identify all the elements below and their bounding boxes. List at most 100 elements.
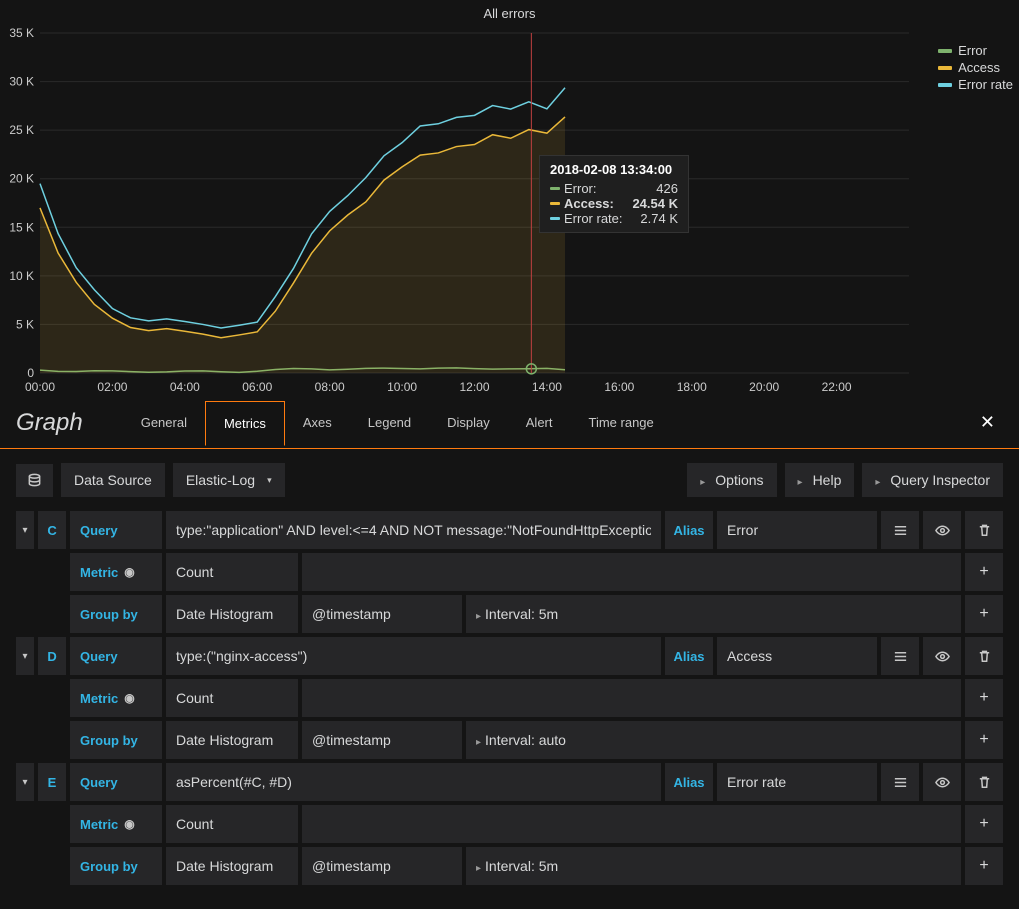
datasource-label: Data Source xyxy=(61,463,165,497)
tab-general[interactable]: General xyxy=(123,401,205,445)
legend-swatch xyxy=(938,66,952,70)
query-input[interactable] xyxy=(176,648,651,664)
svg-text:22:00: 22:00 xyxy=(822,380,852,394)
metric-select[interactable]: Count xyxy=(166,805,298,843)
metric-select[interactable]: Count xyxy=(166,679,298,717)
groupby-type-select[interactable]: Date Histogram xyxy=(166,847,298,885)
groupby-interval[interactable]: Interval: 5m xyxy=(466,595,961,633)
query-input-wrap[interactable] xyxy=(166,763,661,801)
groupby-interval[interactable]: Interval: auto xyxy=(466,721,961,759)
svg-text:02:00: 02:00 xyxy=(97,380,127,394)
tab-alert[interactable]: Alert xyxy=(508,401,571,445)
query-input[interactable] xyxy=(176,522,651,538)
query-toggle-visibility[interactable] xyxy=(923,637,961,675)
eye-icon[interactable]: ◉ xyxy=(124,691,134,705)
chart-area[interactable]: 05 K10 K15 K20 K25 K30 K35 K00:0002:0004… xyxy=(0,25,1019,397)
svg-text:5 K: 5 K xyxy=(16,317,34,331)
svg-text:16:00: 16:00 xyxy=(604,380,634,394)
svg-text:15 K: 15 K xyxy=(9,220,34,234)
query-toggle-visibility[interactable] xyxy=(923,511,961,549)
editor-tabs: Graph GeneralMetricsAxesLegendDisplayAle… xyxy=(0,397,1019,449)
query-delete-button[interactable] xyxy=(965,763,1003,801)
groupby-field-select[interactable]: @timestamp xyxy=(302,847,462,885)
hamburger-icon xyxy=(893,649,908,664)
svg-text:35 K: 35 K xyxy=(9,26,34,40)
eye-icon[interactable]: ◉ xyxy=(124,565,134,579)
query-collapse-toggle[interactable]: ▾ xyxy=(16,511,34,549)
add-metric-button[interactable]: + xyxy=(965,805,1003,843)
groupby-interval[interactable]: Interval: 5m xyxy=(466,847,961,885)
close-icon[interactable]: ✕ xyxy=(972,404,1003,441)
svg-text:08:00: 08:00 xyxy=(315,380,345,394)
datasource-select[interactable]: Elastic-Log▾ xyxy=(173,463,285,497)
add-groupby-button[interactable]: + xyxy=(965,595,1003,633)
add-groupby-button[interactable]: + xyxy=(965,721,1003,759)
groupby-type-select[interactable]: Date Histogram xyxy=(166,721,298,759)
query-menu-button[interactable] xyxy=(881,637,919,675)
metric-select[interactable]: Count xyxy=(166,553,298,591)
svg-text:14:00: 14:00 xyxy=(532,380,562,394)
query-collapse-toggle[interactable]: ▾ xyxy=(16,637,34,675)
metric-label: Metric◉ xyxy=(70,553,162,591)
metric-extra[interactable] xyxy=(302,679,961,717)
query-collapse-toggle[interactable]: ▾ xyxy=(16,763,34,801)
tab-time-range[interactable]: Time range xyxy=(571,401,672,445)
legend-item[interactable]: Error rate xyxy=(938,77,1013,92)
tooltip-row: Error:426 xyxy=(550,181,678,196)
query-menu-button[interactable] xyxy=(881,511,919,549)
legend-label: Error rate xyxy=(958,77,1013,92)
groupby-label: Group by xyxy=(70,595,162,633)
query-id[interactable]: C xyxy=(38,511,66,549)
legend-label: Error xyxy=(958,43,987,58)
query-id[interactable]: E xyxy=(38,763,66,801)
svg-text:00:00: 00:00 xyxy=(25,380,55,394)
groupby-type-select[interactable]: Date Histogram xyxy=(166,595,298,633)
alias-input[interactable] xyxy=(727,522,867,538)
metric-extra[interactable] xyxy=(302,805,961,843)
datasource-icon-button[interactable] xyxy=(16,464,53,497)
hamburger-icon xyxy=(893,523,908,538)
alias-input-wrap[interactable] xyxy=(717,637,877,675)
legend-label: Access xyxy=(958,60,1000,75)
trash-icon xyxy=(977,649,992,664)
alias-input[interactable] xyxy=(727,648,867,664)
query-id[interactable]: D xyxy=(38,637,66,675)
help-button[interactable]: Help xyxy=(785,463,855,497)
tooltip-row: Error rate:2.74 K xyxy=(550,211,678,226)
query-delete-button[interactable] xyxy=(965,511,1003,549)
tab-metrics[interactable]: Metrics xyxy=(205,401,285,446)
legend-item[interactable]: Error xyxy=(938,43,1013,58)
query-input-wrap[interactable] xyxy=(166,637,661,675)
query-input[interactable] xyxy=(176,774,651,790)
svg-text:12:00: 12:00 xyxy=(459,380,489,394)
query-label: Query xyxy=(70,763,162,801)
tab-legend[interactable]: Legend xyxy=(350,401,429,445)
eye-icon[interactable]: ◉ xyxy=(124,817,134,831)
alias-input-wrap[interactable] xyxy=(717,511,877,549)
query-input-wrap[interactable] xyxy=(166,511,661,549)
alias-input-wrap[interactable] xyxy=(717,763,877,801)
query-toggle-visibility[interactable] xyxy=(923,763,961,801)
query-inspector-button[interactable]: Query Inspector xyxy=(862,463,1003,497)
tooltip-row: Access:24.54 K xyxy=(550,196,678,211)
metric-extra[interactable] xyxy=(302,553,961,591)
add-metric-button[interactable]: + xyxy=(965,553,1003,591)
metric-label: Metric◉ xyxy=(70,805,162,843)
query-toolbar: Data Source Elastic-Log▾ Options Help Qu… xyxy=(0,449,1019,511)
query-delete-button[interactable] xyxy=(965,637,1003,675)
chart-title: All errors xyxy=(0,6,1019,21)
alias-input[interactable] xyxy=(727,774,867,790)
query-menu-button[interactable] xyxy=(881,763,919,801)
groupby-field-select[interactable]: @timestamp xyxy=(302,595,462,633)
legend-item[interactable]: Access xyxy=(938,60,1013,75)
add-metric-button[interactable]: + xyxy=(965,679,1003,717)
svg-text:0: 0 xyxy=(27,366,34,380)
legend-swatch xyxy=(938,49,952,53)
tab-display[interactable]: Display xyxy=(429,401,508,445)
tab-axes[interactable]: Axes xyxy=(285,401,350,445)
add-groupby-button[interactable]: + xyxy=(965,847,1003,885)
groupby-field-select[interactable]: @timestamp xyxy=(302,721,462,759)
options-button[interactable]: Options xyxy=(687,463,776,497)
groupby-label: Group by xyxy=(70,721,162,759)
svg-text:06:00: 06:00 xyxy=(242,380,272,394)
